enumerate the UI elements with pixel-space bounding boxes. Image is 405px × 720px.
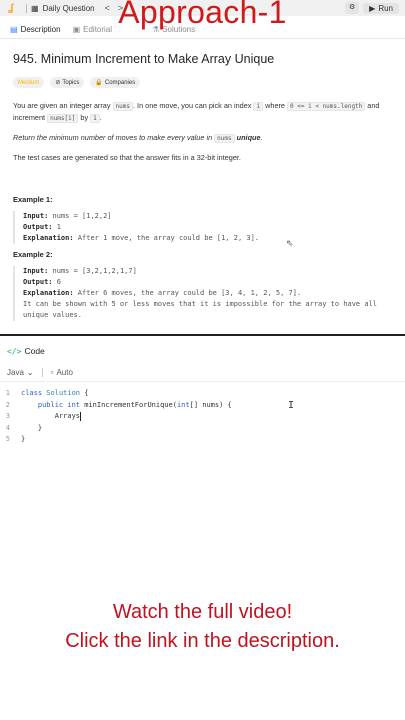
text-emphasis: unique: [236, 133, 261, 142]
code-line: 5 }: [0, 434, 405, 446]
code-line-text: public int minIncrementForUnique(int[] n…: [37, 400, 232, 409]
text: .: [260, 133, 263, 142]
code-line-text: Arrays: [21, 411, 82, 421]
cta-line-2: Click the link in the description.: [65, 630, 340, 652]
overlay-title: Approach-1: [118, 0, 287, 30]
text-cursor: [80, 411, 82, 421]
text: . In one move, you can pick an index: [132, 101, 254, 110]
editor-toolbar: Java ⌄ ▫ Auto: [0, 364, 405, 382]
code-line-text: }: [21, 435, 26, 443]
code-line: 1 class Solution {: [0, 388, 405, 400]
auto-save-toggle[interactable]: ▫ Auto: [51, 368, 73, 377]
example-2-block: Input: nums = [3,2,1,2,1,7] Output: 6 Ex…: [13, 266, 395, 321]
text: .: [99, 113, 102, 122]
code-panel-header: </> Code: [0, 342, 405, 360]
inline-code: 0 <= i < nums.length: [287, 102, 366, 111]
auto-label: Auto: [56, 368, 73, 377]
explanation-label: Explanation:: [23, 289, 74, 297]
panel-divider[interactable]: [0, 334, 405, 336]
statement-paragraph-3: The test cases are generated so that the…: [13, 153, 241, 162]
explanation-extra: It can be shown with 5 or less moves tha…: [23, 300, 378, 319]
companies-tag[interactable]: 🔒 Companies: [90, 77, 141, 88]
inline-code: 1: [90, 114, 100, 123]
topics-tag[interactable]: ⊘ Topics: [50, 77, 85, 88]
line-number: 4: [5, 423, 10, 432]
tag-icon: ⊘: [55, 80, 61, 86]
code-line: 3 Arrays: [0, 411, 405, 423]
statement-paragraph-2: Return the minimum number of moves to ma…: [13, 132, 395, 144]
line-number: 3: [5, 412, 10, 420]
code-line: 4 }: [0, 423, 405, 435]
line-number: 5: [5, 435, 10, 443]
text: where: [263, 101, 288, 110]
lock-icon: ▫: [50, 368, 54, 377]
toolbar-divider: [41, 368, 43, 377]
code-editor[interactable]: 1 class Solution { 2 public int minIncre…: [0, 388, 405, 446]
output-label: Output:: [23, 278, 53, 286]
problem-tags: Medium ⊘ Topics 🔒 Companies: [13, 77, 395, 88]
inline-code: nums: [214, 134, 235, 143]
text: Return the minimum number of moves to ma…: [13, 133, 215, 142]
statement-paragraph-1: You are given an integer array nums. In …: [13, 100, 395, 124]
code-panel-title: Code: [24, 346, 45, 356]
call-to-action: Watch the full video! Click the link in …: [0, 598, 405, 656]
explanation-value: After 1 move, the array could be [1, 2, …: [77, 234, 260, 242]
inline-code: nums[i]: [47, 114, 79, 123]
explanation-value: After 6 moves, the array could be [3, 4,…: [77, 289, 302, 297]
topics-label: Topics: [62, 79, 80, 86]
explanation-label: Explanation:: [23, 234, 74, 242]
problem-title[interactable]: 945. Minimum Increment to Make Array Uni…: [13, 52, 395, 66]
mouse-cursor-icon: ⇖: [286, 238, 294, 248]
inline-code: nums: [112, 102, 133, 111]
input-label: Input:: [23, 212, 49, 220]
input-value: nums = [3,2,1,2,1,7]: [52, 267, 137, 275]
input-label: Input:: [23, 267, 49, 275]
output-label: Output:: [23, 223, 53, 231]
input-value: nums = [1,2,2]: [52, 212, 112, 220]
lock-icon: 🔒: [95, 80, 103, 86]
chevron-down-icon: ⌄: [26, 368, 34, 377]
ibeam-cursor-icon: I: [288, 400, 295, 411]
output-value: 6: [56, 278, 61, 286]
example-1-title: Example 1:: [13, 195, 53, 204]
inline-code: i: [253, 102, 264, 111]
example-2-title: Example 2:: [13, 250, 53, 259]
code-line-text: class Solution {: [21, 389, 89, 397]
text: by: [78, 113, 91, 122]
problem-description: 945. Minimum Increment to Make Array Uni…: [13, 52, 395, 321]
text: You are given an integer array: [13, 101, 113, 110]
example-1-block: Input: nums = [1,2,2] Output: 1 Explanat…: [13, 211, 395, 244]
cta-line-1: Watch the full video!: [112, 601, 293, 623]
line-number: 1: [5, 389, 10, 397]
language-label: Java: [7, 368, 24, 377]
problem-statement: You are given an integer array nums. In …: [13, 100, 395, 163]
code-line: 2 public int minIncrementForUnique(int[]…: [0, 400, 405, 412]
line-number: 2: [5, 400, 10, 409]
difficulty-badge: Medium: [13, 77, 45, 88]
companies-label: Companies: [104, 79, 136, 86]
language-select[interactable]: Java ⌄: [7, 368, 34, 377]
code-icon: </>: [7, 346, 22, 356]
output-value: 1: [56, 223, 61, 231]
code-line-text: }: [21, 423, 43, 432]
